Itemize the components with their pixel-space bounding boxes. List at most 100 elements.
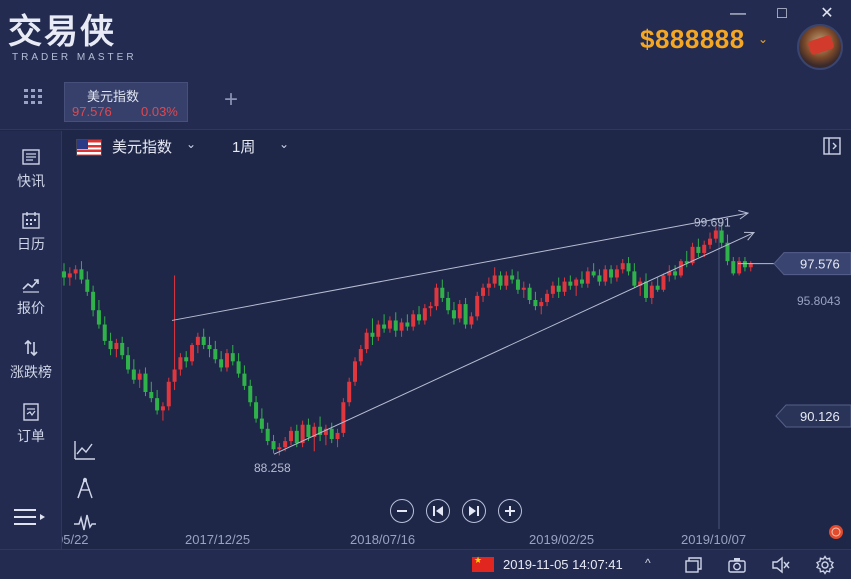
- annotation-low: 88.258: [254, 461, 291, 475]
- candle: [469, 312, 474, 329]
- drawing-tool-icon[interactable]: [72, 476, 98, 500]
- candle: [550, 281, 555, 298]
- candle: [492, 267, 497, 288]
- news-icon: [22, 149, 40, 165]
- candle: [184, 351, 189, 368]
- candle: [748, 261, 753, 272]
- candle: [498, 271, 503, 290]
- candle: [166, 377, 171, 411]
- symbol-selector[interactable]: 美元指数: [112, 136, 172, 157]
- sidebar-item-label: 日历: [17, 236, 45, 252]
- menu-icon[interactable]: [14, 507, 48, 527]
- chevron-down-icon[interactable]: ⌄: [186, 137, 196, 151]
- chevron-down-icon[interactable]: ⌄: [758, 32, 768, 46]
- alert-price-label[interactable]: 90.126: [775, 404, 851, 428]
- chevron-up-icon[interactable]: ^: [645, 556, 651, 570]
- candle: [108, 332, 113, 356]
- candle: [731, 257, 736, 276]
- candle: [440, 279, 445, 303]
- tab-price: 97.576: [72, 104, 112, 119]
- candle: [91, 285, 96, 317]
- window-layout-icon[interactable]: [683, 555, 703, 575]
- candle: [446, 291, 451, 315]
- candle: [277, 443, 282, 456]
- candle: [265, 422, 270, 446]
- candle: [417, 306, 422, 325]
- grid-icon[interactable]: [24, 89, 42, 105]
- candle: [655, 277, 660, 292]
- mute-icon[interactable]: [771, 555, 791, 575]
- minimize-button[interactable]: —: [726, 4, 750, 24]
- x-tick-label: 2018/07/16: [350, 532, 415, 547]
- current-price-value: 97.576: [800, 257, 840, 272]
- candle: [137, 369, 142, 388]
- candle: [213, 340, 218, 364]
- sidebar-item-movers[interactable]: 涨跌榜: [0, 338, 62, 382]
- order-icon: [23, 403, 39, 421]
- close-button[interactable]: ✕: [815, 4, 839, 24]
- symbol-tab-bar: 美元指数 97.576 0.03% +: [0, 80, 851, 130]
- candle: [242, 365, 247, 390]
- candle: [515, 271, 520, 294]
- account-balance[interactable]: $888888: [640, 24, 745, 55]
- maximize-button[interactable]: □: [770, 4, 794, 24]
- record-icon[interactable]: [829, 525, 843, 539]
- current-price-label: 97.576: [773, 252, 851, 276]
- avatar[interactable]: [797, 24, 843, 70]
- alert-price-value: 90.126: [800, 409, 840, 424]
- candle: [178, 353, 183, 376]
- step-forward-button[interactable]: [462, 499, 486, 523]
- candle: [254, 396, 259, 423]
- candle: [591, 263, 596, 278]
- candle: [510, 269, 515, 284]
- candle: [678, 259, 683, 278]
- sidebar-item-orders[interactable]: 订单: [0, 402, 62, 446]
- sidebar-item-label: 报价: [17, 300, 45, 316]
- candle: [155, 389, 160, 415]
- cn-flag-icon: [472, 555, 494, 572]
- app-logo: 交易侠 TRADER MASTER: [8, 14, 137, 63]
- candle: [323, 424, 328, 446]
- zoom-out-button[interactable]: [390, 499, 414, 523]
- period-selector[interactable]: 1周: [232, 136, 255, 157]
- price-chart[interactable]: 99.691 88.258 97.576 95.8043 90.126 05/2…: [62, 163, 851, 549]
- sidebar-item-news[interactable]: 快讯: [0, 147, 62, 191]
- candle: [230, 344, 235, 366]
- settings-icon[interactable]: [815, 555, 835, 575]
- sidebar-item-quotes[interactable]: 报价: [0, 274, 62, 318]
- add-tab-button[interactable]: +: [220, 88, 242, 112]
- candle: [504, 271, 509, 290]
- candle: [527, 283, 532, 305]
- skip-forward-icon: [469, 506, 479, 516]
- candle: [475, 291, 480, 321]
- candle: [172, 275, 177, 390]
- candle: [574, 277, 579, 296]
- candle: [696, 238, 701, 258]
- candle: [79, 261, 84, 284]
- candle: [638, 277, 643, 296]
- x-tick-label: 2017/12/25: [185, 532, 250, 547]
- step-back-button[interactable]: [426, 499, 450, 523]
- indicator-icon[interactable]: [72, 438, 98, 462]
- candle: [521, 281, 526, 298]
- tab-usdx[interactable]: 美元指数 97.576 0.03%: [64, 82, 188, 122]
- sidebar-item-calendar[interactable]: 日历: [0, 210, 62, 254]
- candle: [649, 281, 654, 305]
- trendline-channel[interactable]: [171, 209, 756, 455]
- zoom-in-button[interactable]: [498, 499, 522, 523]
- camera-icon[interactable]: [727, 555, 747, 575]
- waveform-icon[interactable]: [72, 511, 98, 535]
- sidebar-item-label: 涨跌榜: [10, 364, 52, 380]
- tab-change-percent: 0.03%: [141, 104, 178, 119]
- reference-price-value: 95.8043: [797, 294, 841, 308]
- chevron-down-icon[interactable]: ⌄: [279, 137, 289, 151]
- candle: [742, 257, 747, 272]
- candle: [353, 357, 357, 386]
- candle: [568, 275, 573, 290]
- candle: [684, 250, 689, 268]
- candle: [219, 351, 224, 372]
- trendline-lower[interactable]: [273, 232, 755, 455]
- expand-panel-icon[interactable]: [822, 136, 842, 156]
- x-tick-label: 2019/10/07: [681, 532, 746, 547]
- candle: [562, 277, 567, 296]
